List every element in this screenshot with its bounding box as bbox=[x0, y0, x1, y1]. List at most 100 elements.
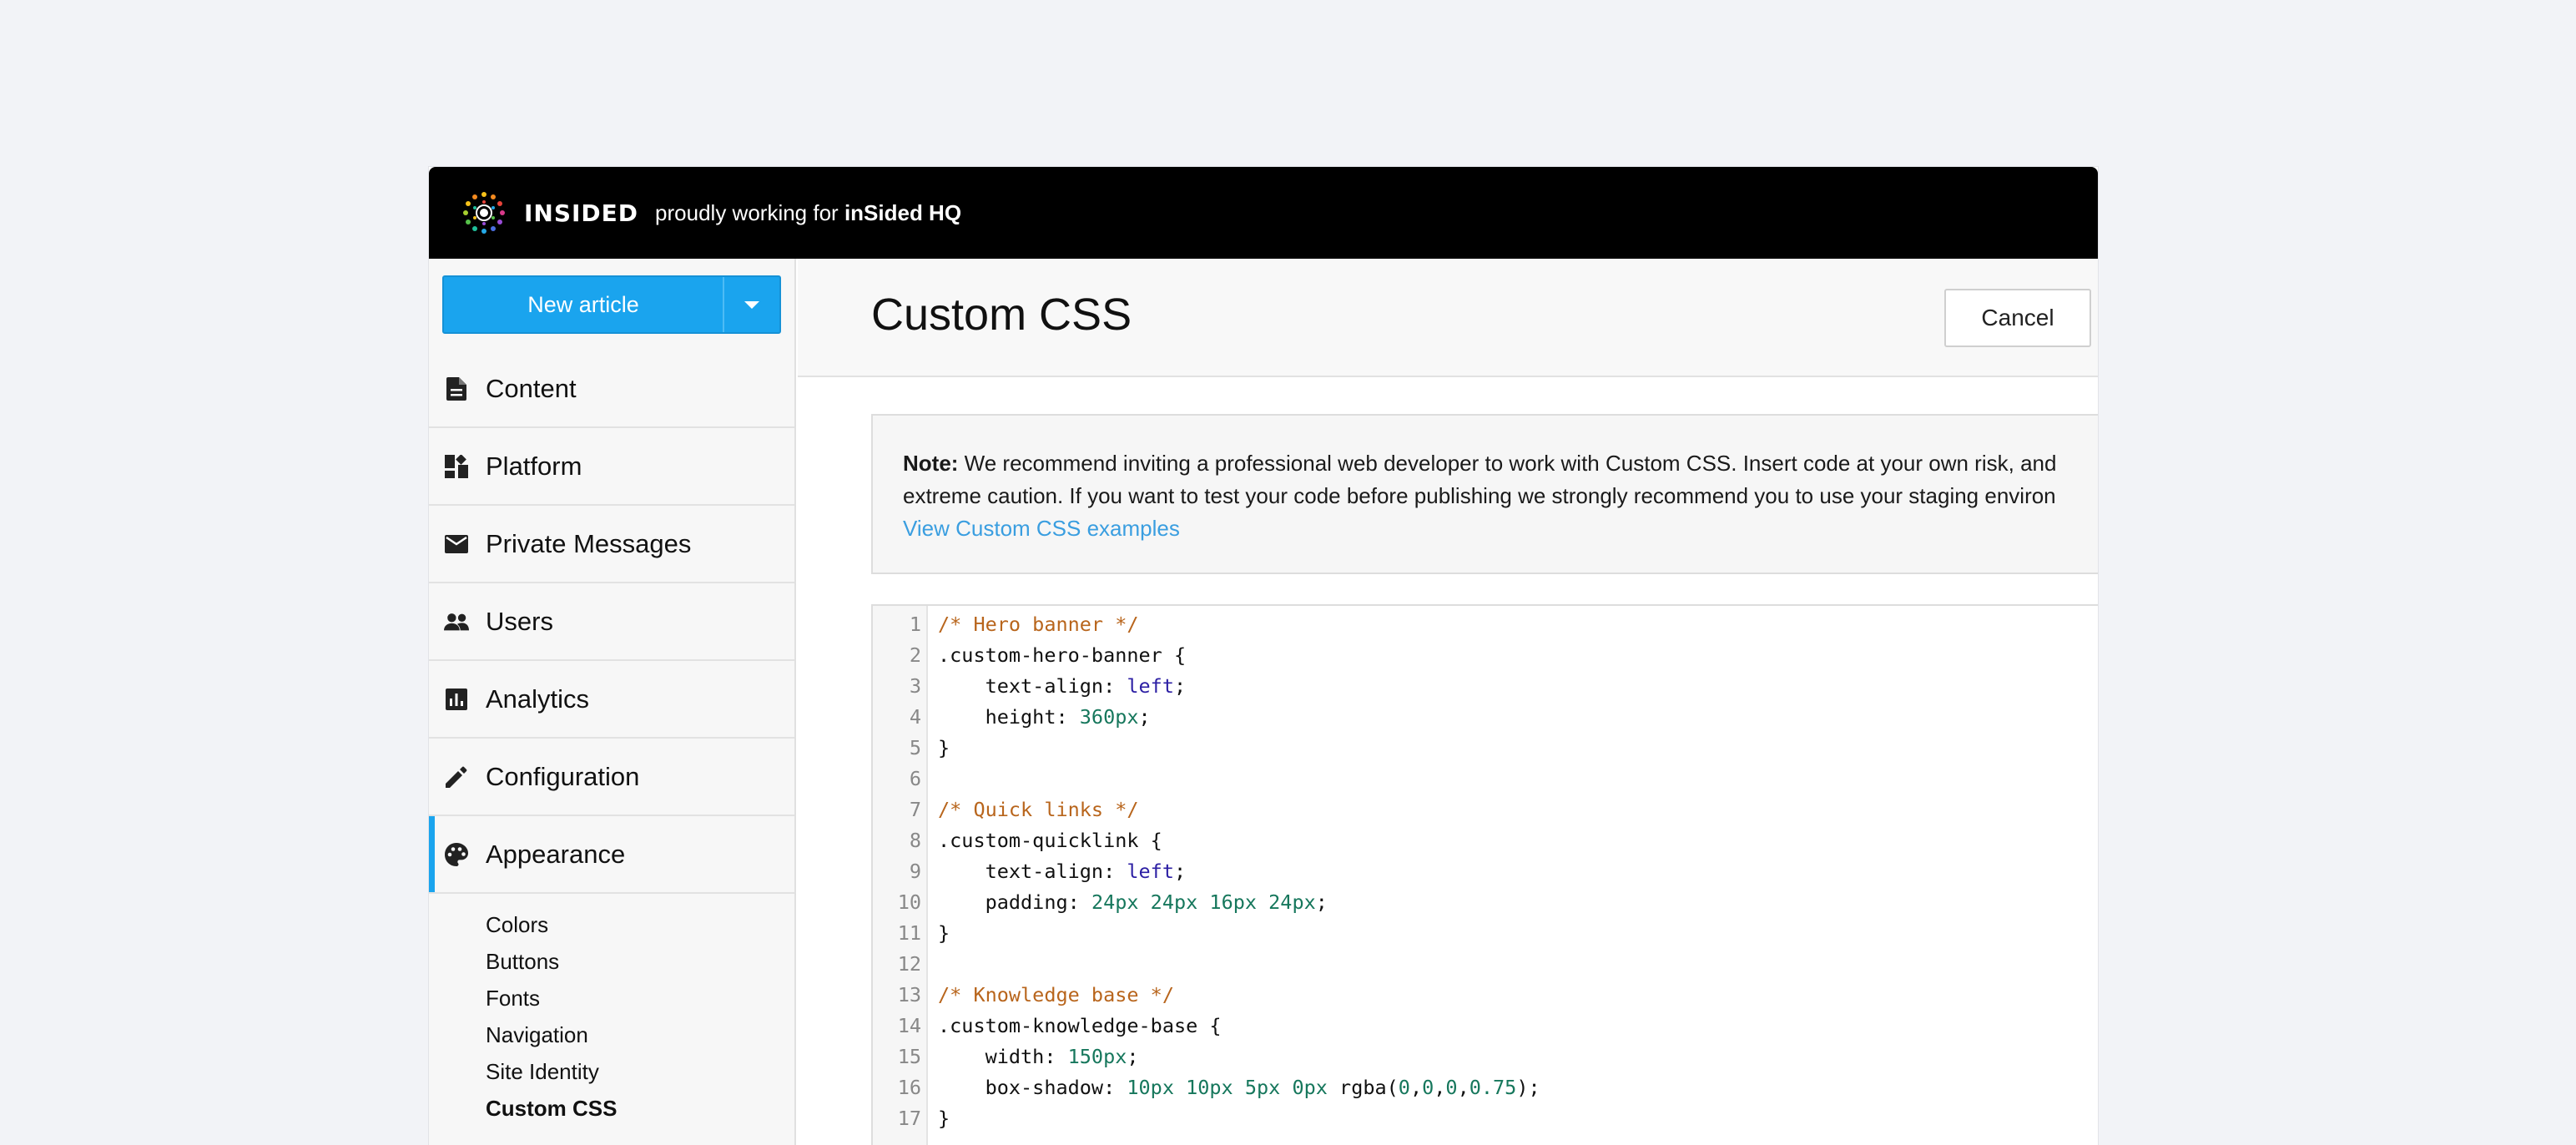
code-token: 0.75 bbox=[1469, 1076, 1517, 1099]
code-token: 360px bbox=[1079, 705, 1139, 729]
palette-icon bbox=[444, 842, 469, 867]
note-line-2: extreme caution. If you want to test you… bbox=[903, 483, 2056, 508]
code-token: .custom-knowledge-base { bbox=[938, 1014, 1222, 1037]
sidebar-item-label: Analytics bbox=[486, 683, 590, 714]
subnav-item-site-identity[interactable]: Site Identity bbox=[486, 1053, 617, 1090]
code-token: ; bbox=[1173, 860, 1187, 883]
sidebar-nav: Content Platform Private Messages Users bbox=[429, 351, 794, 894]
code-token: , bbox=[1457, 1076, 1469, 1099]
code-text: padding: 24px 24px 16px 24px; bbox=[938, 887, 1328, 918]
code-token: 0 bbox=[1445, 1076, 1458, 1099]
line-number: 8 bbox=[909, 829, 921, 852]
code-token: ; bbox=[1138, 705, 1151, 729]
pencil-icon bbox=[444, 764, 469, 789]
sidebar-item-label: Private Messages bbox=[486, 528, 692, 558]
code-text: } bbox=[938, 1103, 950, 1134]
custom-css-examples-link[interactable]: View Custom CSS examples bbox=[903, 512, 2098, 545]
warning-note: Note: We recommend inviting a profession… bbox=[871, 414, 2098, 574]
line-number: 12 bbox=[897, 952, 921, 976]
code-token: left bbox=[1127, 860, 1174, 883]
line-number: 6 bbox=[909, 767, 921, 790]
sidebar-item-appearance[interactable]: Appearance bbox=[429, 816, 794, 894]
line-number: 16 bbox=[897, 1076, 921, 1099]
main-panel: Custom CSS Cancel Note: We recommend inv… bbox=[798, 259, 2098, 1145]
line-number: 13 bbox=[897, 983, 921, 1006]
subnav-item-fonts[interactable]: Fonts bbox=[486, 980, 617, 1016]
line-number: 10 bbox=[897, 890, 921, 914]
mail-icon bbox=[444, 532, 469, 557]
code-token: ; bbox=[1127, 1045, 1139, 1068]
page-header: Custom CSS Cancel bbox=[798, 259, 2098, 377]
code-token: .custom-quicklink { bbox=[938, 829, 1162, 852]
sidebar-item-analytics[interactable]: Analytics bbox=[429, 661, 794, 739]
line-number: 4 bbox=[909, 705, 921, 729]
code-token: 10px 10px 5px 0px bbox=[1127, 1076, 1328, 1099]
code-token: /* Quick links */ bbox=[938, 798, 1139, 821]
code-text: height: 360px; bbox=[938, 702, 1151, 733]
code-text: /* Hero banner */ bbox=[938, 609, 1139, 640]
dashboard-icon bbox=[444, 454, 469, 479]
code-token: padding: bbox=[938, 890, 1091, 914]
code-token: .custom-hero-banner { bbox=[938, 643, 1187, 667]
subnav-item-navigation[interactable]: Navigation bbox=[486, 1016, 617, 1053]
code-token: rgba( bbox=[1327, 1076, 1399, 1099]
code-token: , bbox=[1434, 1076, 1446, 1099]
app-window: INSIDED proudly working for inSided HQ N… bbox=[429, 167, 2098, 1145]
appearance-subnav: Colors Buttons Fonts Navigation Site Ide… bbox=[486, 906, 617, 1127]
note-text: We recommend inviting a professional web… bbox=[958, 451, 2057, 476]
code-text: } bbox=[938, 918, 950, 949]
css-code-editor[interactable]: 1 /* Hero banner */ 2 .custom-hero-banner {… bbox=[871, 604, 2098, 1145]
sidebar-item-label: Appearance bbox=[486, 839, 626, 869]
code-token: 0 bbox=[1398, 1076, 1410, 1099]
code-token: ; bbox=[1173, 674, 1187, 698]
code-text: /* Quick links */ bbox=[938, 794, 1139, 825]
caret-down-icon bbox=[744, 300, 759, 309]
code-text: .custom-hero-banner { bbox=[938, 640, 1186, 671]
org-name: inSided HQ bbox=[844, 199, 962, 225]
sidebar: New article Content Platform Private Mes… bbox=[429, 259, 796, 1145]
logo-text: INSIDED bbox=[524, 199, 639, 227]
subnav-item-colors[interactable]: Colors bbox=[486, 906, 617, 943]
code-token: left bbox=[1127, 674, 1174, 698]
line-number: 15 bbox=[897, 1045, 921, 1068]
code-token: /* Hero banner */ bbox=[938, 613, 1139, 636]
code-text: .custom-quicklink { bbox=[938, 825, 1162, 856]
sidebar-item-private-messages[interactable]: Private Messages bbox=[429, 506, 794, 583]
insided-logo-icon bbox=[463, 192, 505, 234]
sidebar-item-label: Platform bbox=[486, 451, 582, 481]
sidebar-item-label: Configuration bbox=[486, 761, 640, 791]
note-label: Note: bbox=[903, 451, 959, 476]
new-article-dropdown-toggle[interactable] bbox=[723, 277, 779, 332]
new-article-button[interactable]: New article bbox=[444, 277, 723, 332]
sidebar-item-platform[interactable]: Platform bbox=[429, 428, 794, 506]
line-number: 3 bbox=[909, 674, 921, 698]
sidebar-item-label: Users bbox=[486, 606, 553, 636]
cancel-button[interactable]: Cancel bbox=[1944, 289, 2091, 347]
note-line-1: Note: We recommend inviting a profession… bbox=[903, 447, 2098, 480]
line-number: 9 bbox=[909, 860, 921, 883]
tagline-prefix: proudly working for bbox=[655, 199, 844, 225]
code-text: .custom-knowledge-base { bbox=[938, 1011, 1222, 1042]
subnav-item-custom-css[interactable]: Custom CSS bbox=[486, 1090, 617, 1127]
code-token: } bbox=[938, 1107, 950, 1130]
code-token: } bbox=[938, 736, 950, 759]
users-icon bbox=[444, 609, 469, 634]
code-token: text-align: bbox=[938, 860, 1127, 883]
subnav-item-buttons[interactable]: Buttons bbox=[486, 943, 617, 980]
sidebar-item-content[interactable]: Content bbox=[429, 351, 794, 428]
code-text: } bbox=[938, 733, 950, 764]
code-token: , bbox=[1409, 1076, 1423, 1099]
code-token: /* Knowledge base */ bbox=[938, 983, 1174, 1006]
line-number: 5 bbox=[909, 736, 921, 759]
document-icon bbox=[444, 376, 469, 401]
code-text: /* Knowledge base */ bbox=[938, 980, 1174, 1011]
code-text: box-shadow: 10px 10px 5px 0px rgba(0,0,0… bbox=[938, 1072, 1540, 1103]
line-number: 2 bbox=[909, 643, 921, 667]
code-token: ); bbox=[1516, 1076, 1540, 1099]
code-token: ; bbox=[1315, 890, 1328, 914]
line-number: 17 bbox=[897, 1107, 921, 1130]
line-number: 1 bbox=[909, 613, 921, 636]
sidebar-item-configuration[interactable]: Configuration bbox=[429, 739, 794, 816]
sidebar-item-users[interactable]: Users bbox=[429, 583, 794, 661]
code-token: 24px 24px 16px 24px bbox=[1091, 890, 1316, 914]
